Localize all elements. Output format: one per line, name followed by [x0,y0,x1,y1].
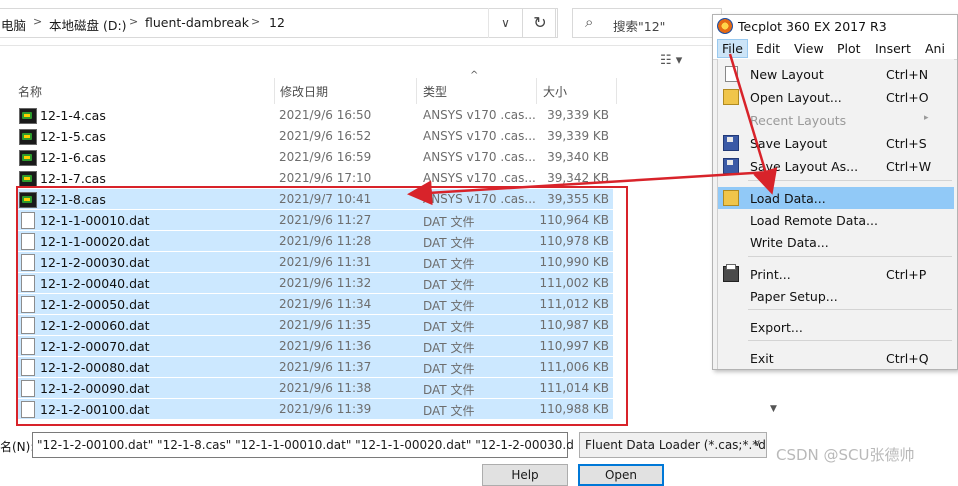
annotation-arrows [407,53,778,206]
arrow-file-to-load-data [728,53,778,195]
arrow-load-data-to-files [407,170,771,206]
